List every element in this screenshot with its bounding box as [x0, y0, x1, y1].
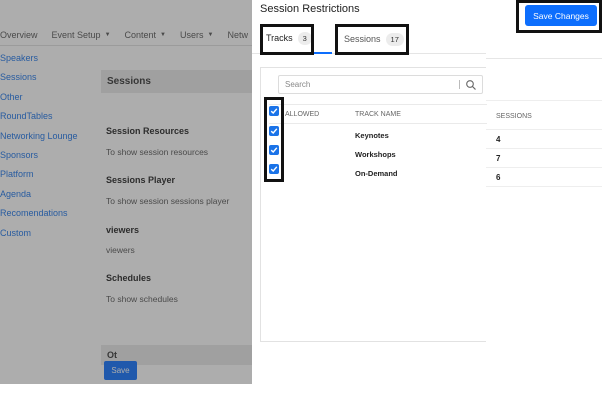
allowed-checkbox-workshops[interactable] [269, 145, 279, 155]
group-title-viewers: viewers [106, 225, 140, 235]
session-restrictions-drawer: Session Restrictions Tracks 3 Sessions 1… [252, 0, 487, 405]
sidebar-item-platform[interactable]: Platform [0, 168, 100, 187]
sidebar-item-roundtables[interactable]: RoundTables [0, 110, 100, 129]
divider [486, 58, 602, 59]
column-header-track-name: TRACK NAME [355, 111, 401, 118]
checkmark-icon [270, 166, 278, 173]
tab-label: Tracks [266, 33, 293, 43]
group-desc-session-resources: To show session resources [106, 147, 209, 157]
table-row: Keynotes [269, 126, 487, 145]
tracks-list-card: ALLOWED TRACK NAME Keynotes Workshops On… [260, 67, 487, 342]
tab-count-badge: 17 [385, 32, 404, 46]
sidebar-item-custom[interactable]: Custom [0, 227, 100, 246]
group-desc-schedules: To show schedules [106, 294, 178, 304]
save-changes-button[interactable]: Save Changes [525, 5, 597, 26]
search-box [278, 75, 483, 94]
tab-sessions[interactable]: Sessions 17 [338, 24, 408, 54]
track-name: Keynotes [355, 131, 389, 140]
save-button[interactable]: Save [104, 361, 137, 380]
sidebar-item-sponsors[interactable]: Sponsors [0, 149, 100, 168]
right-context-panel: SESSIONS 4 7 6 [486, 0, 602, 405]
sessions-count-cell: 7 [486, 149, 602, 168]
track-name: On-Demand [355, 169, 398, 178]
checkmark-icon [270, 128, 278, 135]
tab-count-badge: 3 [297, 31, 312, 45]
nav-event-setup[interactable]: Event Setup ▼ [52, 30, 125, 40]
nav-overview[interactable]: Overview [0, 30, 52, 40]
caret-down-icon: ▼ [207, 31, 214, 38]
allowed-checkbox-on-demand[interactable] [269, 164, 279, 174]
group-title-session-resources: Session Resources [106, 126, 190, 136]
checkmark-icon [270, 147, 278, 154]
tab-tracks[interactable]: Tracks 3 [260, 24, 332, 54]
sidebar-item-sessions[interactable]: Sessions [0, 71, 100, 90]
column-header-allowed: ALLOWED [285, 111, 320, 118]
search-icon[interactable] [465, 79, 477, 91]
drawer-title: Session Restrictions [260, 3, 360, 15]
column-header-sessions: SESSIONS [486, 100, 602, 130]
nav-content[interactable]: Content ▼ [125, 30, 180, 40]
sidebar-item-speakers[interactable]: Speakers [0, 52, 100, 71]
sessions-count-cell: 4 [486, 130, 602, 149]
table-row: Workshops [269, 145, 487, 164]
sessions-count-cell: 6 [486, 168, 602, 187]
tab-label: Sessions [344, 34, 381, 44]
table-row: On-Demand [269, 164, 487, 183]
tracks-table-header: ALLOWED TRACK NAME [269, 104, 487, 124]
checkmark-icon [270, 108, 278, 115]
settings-sidebar: Speakers Sessions Other RoundTables Netw… [0, 52, 100, 246]
sessions-count-table: SESSIONS 4 7 6 [486, 100, 602, 187]
restriction-tabs: Tracks 3 Sessions 17 [252, 24, 486, 54]
select-all-checkbox[interactable] [269, 106, 279, 116]
search-input[interactable] [279, 76, 457, 93]
sidebar-item-networking-lounge[interactable]: Networking Lounge [0, 130, 100, 149]
track-name: Workshops [355, 150, 396, 159]
sidebar-item-agenda[interactable]: Agenda [0, 188, 100, 207]
sidebar-item-other[interactable]: Other [0, 91, 100, 110]
nav-users[interactable]: Users ▼ [180, 30, 227, 40]
allowed-checkbox-keynotes[interactable] [269, 126, 279, 136]
group-title-sessions-player: Sessions Player [106, 175, 176, 185]
group-title-schedules: Schedules [106, 273, 152, 283]
group-desc-sessions-player: To show session sessions player [106, 196, 230, 206]
search-divider [459, 80, 460, 89]
sidebar-item-recomendations[interactable]: Recomendations [0, 207, 100, 226]
caret-down-icon: ▼ [160, 31, 166, 38]
caret-down-icon: ▼ [104, 31, 111, 38]
group-desc-viewers: viewers [106, 245, 135, 255]
